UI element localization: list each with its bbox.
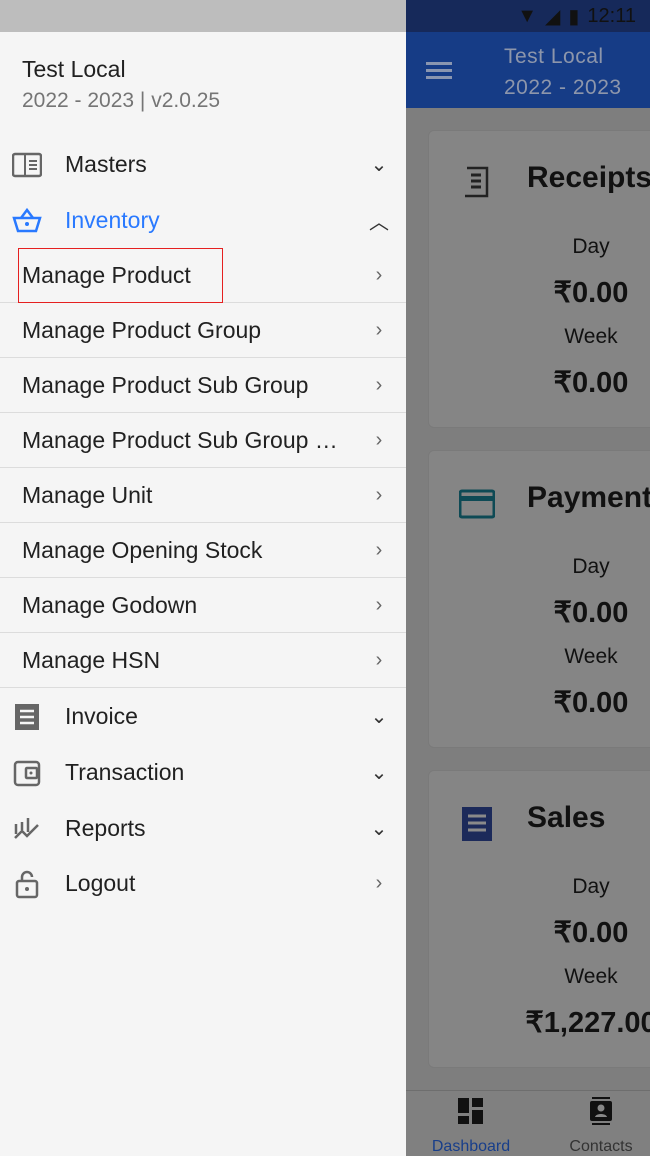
submenu-label: Manage Product Sub Group Detail xyxy=(22,426,342,453)
drawer-subtitle: 2022 - 2023 | v2.0.25 xyxy=(22,89,221,112)
chevron-down-icon: ⌄ xyxy=(370,706,388,728)
status-time: 12:11 xyxy=(587,4,636,27)
invoice-icon xyxy=(15,703,39,730)
drawer-title: Test Local xyxy=(22,56,126,82)
submenu-manage-unit[interactable]: Manage Unit › xyxy=(0,468,406,523)
sales-card[interactable]: Sales Day ₹0.00 Week ₹1,227.00 xyxy=(428,770,650,1068)
app-subtitle: 2022 - 2023 xyxy=(504,76,622,99)
battery-icon: ▮ xyxy=(568,5,580,28)
chevron-up-icon: ︿ xyxy=(369,212,389,234)
week-value: ₹0.00 xyxy=(553,687,629,719)
card-title: Sales xyxy=(527,801,606,834)
chevron-right-icon: › xyxy=(375,648,383,671)
wallet-icon xyxy=(13,760,41,786)
week-value: ₹0.00 xyxy=(553,367,629,399)
menu-label: Transaction xyxy=(65,759,185,785)
menu-label: Inventory xyxy=(65,207,160,233)
chevron-right-icon: › xyxy=(375,318,383,341)
day-value: ₹0.00 xyxy=(553,597,629,629)
menu-label: Reports xyxy=(65,815,146,841)
menu-masters[interactable]: Masters ⌄ xyxy=(0,137,406,192)
nav-label: Contacts xyxy=(569,1138,633,1155)
submenu-manage-product-sub-group[interactable]: Manage Product Sub Group › xyxy=(0,358,406,413)
card-title: Receipts xyxy=(527,161,650,194)
menu-transaction[interactable]: Transaction ⌄ xyxy=(0,745,406,800)
highlight-box xyxy=(18,248,223,303)
day-value: ₹0.00 xyxy=(553,277,629,309)
status-bar: ▼ ◢ ▮ 12:11 xyxy=(406,0,650,32)
basket-icon xyxy=(12,207,42,232)
day-label: Day xyxy=(572,235,610,258)
submenu-manage-opening-stock[interactable]: Manage Opening Stock › xyxy=(0,523,406,578)
week-label: Week xyxy=(564,965,618,988)
chevron-down-icon: ⌄ xyxy=(370,818,388,840)
submenu-label: Manage HSN xyxy=(22,646,161,673)
wifi-icon: ▼ xyxy=(517,4,538,27)
day-label: Day xyxy=(572,555,610,578)
chevron-right-icon: › xyxy=(375,428,383,451)
chevron-right-icon: › xyxy=(375,872,383,894)
submenu-manage-product-group[interactable]: Manage Product Group › xyxy=(0,303,406,358)
app-bar: Test Local 2022 - 2023 xyxy=(406,32,650,108)
receipt-icon xyxy=(465,166,489,198)
chevron-down-icon: ⌄ xyxy=(370,154,388,176)
week-label: Week xyxy=(564,645,618,668)
menu-logout[interactable]: Logout › xyxy=(0,856,406,911)
dashboard-icon xyxy=(458,1098,483,1124)
menu-label: Invoice xyxy=(65,703,138,729)
menu-reports[interactable]: Reports ⌄ xyxy=(0,801,406,856)
nav-label: Dashboard xyxy=(431,1138,511,1155)
payment-card[interactable]: Payment Day ₹0.00 Week ₹0.00 xyxy=(428,450,650,748)
card-title: Payment xyxy=(527,481,650,514)
nav-dashboard[interactable]: Dashboard xyxy=(410,1097,532,1156)
chevron-right-icon: › xyxy=(375,263,383,286)
menu-invoice[interactable]: Invoice ⌄ xyxy=(0,689,406,744)
receipts-card[interactable]: Receipts Day ₹0.00 Week ₹0.00 xyxy=(428,130,650,428)
submenu-manage-product-sub-group-detail[interactable]: Manage Product Sub Group Detail › xyxy=(0,413,406,468)
submenu-label: Manage Product Sub Group xyxy=(22,371,309,398)
submenu-manage-godown[interactable]: Manage Godown › xyxy=(0,578,406,633)
masters-icon xyxy=(12,152,42,177)
app-title: Test Local xyxy=(504,45,604,68)
invoice-icon xyxy=(462,807,492,841)
menu-label: Masters xyxy=(65,151,147,177)
menu-inventory[interactable]: Inventory ︿ xyxy=(0,193,406,248)
submenu-label: Manage Unit xyxy=(22,481,153,508)
submenu-label: Manage Opening Stock xyxy=(22,536,263,563)
reports-icon xyxy=(14,817,39,839)
day-label: Day xyxy=(572,875,610,898)
chevron-right-icon: › xyxy=(375,593,383,616)
week-label: Week xyxy=(564,325,618,348)
submenu-label: Manage Product Group xyxy=(22,316,262,343)
nav-contacts[interactable]: Contacts xyxy=(540,1097,650,1156)
dashboard-background: ▼ ◢ ▮ 12:11 Test Local 2022 - 2023 Receip… xyxy=(406,0,650,1156)
signal-icon: ◢ xyxy=(545,5,561,28)
day-value: ₹0.00 xyxy=(553,917,629,949)
chevron-right-icon: › xyxy=(375,483,383,506)
lock-icon xyxy=(15,870,39,898)
week-value: ₹1,227.00 xyxy=(525,1007,650,1039)
submenu-manage-hsn[interactable]: Manage HSN › xyxy=(0,633,406,688)
bottom-nav: Dashboard Contacts xyxy=(406,1090,650,1156)
chevron-right-icon: › xyxy=(375,373,383,396)
chevron-down-icon: ⌄ xyxy=(370,762,388,784)
contacts-icon xyxy=(590,1097,612,1125)
chevron-right-icon: › xyxy=(375,538,383,561)
menu-label: Logout xyxy=(65,870,136,896)
menu-icon[interactable] xyxy=(426,62,452,65)
submenu-label: Manage Godown xyxy=(22,591,198,618)
credit-card-icon xyxy=(459,489,495,519)
navigation-drawer: Test Local 2022 - 2023 | v2.0.25 Masters… xyxy=(0,0,406,1156)
